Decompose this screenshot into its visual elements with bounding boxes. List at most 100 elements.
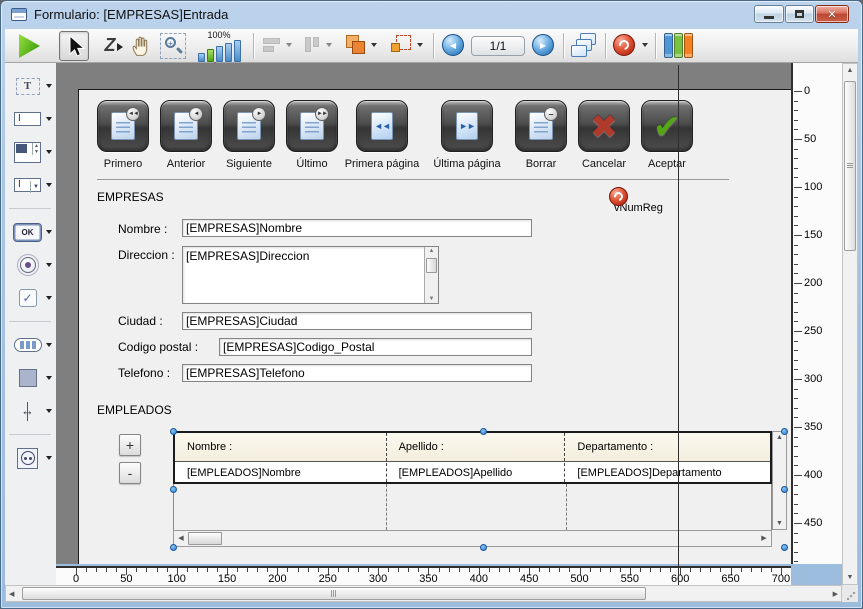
empleados-listbox[interactable]: Nombre :Apellido :Departamento : [EMPLEA… bbox=[173, 431, 787, 547]
tool-rectangle[interactable] bbox=[5, 366, 56, 390]
scroll-up-icon[interactable]: ▲ bbox=[773, 434, 786, 441]
maximize-button[interactable] bbox=[785, 5, 814, 23]
selection-handle[interactable] bbox=[480, 544, 487, 551]
tool-dropdown-icon[interactable] bbox=[46, 263, 52, 267]
execute-form-button[interactable] bbox=[19, 34, 40, 58]
cell-value[interactable]: [EMPLEADOS]Departamento bbox=[564, 463, 770, 482]
tool-plugin-area[interactable] bbox=[5, 446, 56, 470]
cell-value[interactable]: [EMPLEADOS]Apellido bbox=[386, 463, 565, 482]
selection-handle[interactable] bbox=[781, 486, 788, 493]
scroll-up-icon[interactable]: ▲ bbox=[425, 248, 438, 254]
listbox-data-row[interactable]: [EMPLEADOS]Nombre[EMPLEADOS]Apellido[EMP… bbox=[175, 463, 770, 482]
form-button-cancelar[interactable]: ✖ bbox=[578, 100, 630, 152]
horizontal-scrollbar[interactable]: ◀ ▶ bbox=[5, 585, 842, 602]
tool-dropdown-icon[interactable] bbox=[46, 117, 52, 121]
vertical-scrollbar-thumb[interactable] bbox=[844, 81, 856, 251]
data-dropdown-icon[interactable] bbox=[642, 43, 648, 47]
tool-dropdown-icon[interactable] bbox=[46, 150, 52, 154]
tool-dropdown-icon[interactable] bbox=[46, 456, 52, 460]
ciudad-field[interactable]: [EMPRESAS]Ciudad bbox=[182, 312, 532, 330]
library-button[interactable] bbox=[664, 33, 693, 58]
tool-dropdown-icon[interactable] bbox=[46, 376, 52, 380]
scrollbar-thumb[interactable] bbox=[188, 532, 222, 545]
nombre-field[interactable]: [EMPRESAS]Nombre bbox=[182, 219, 532, 237]
field-scrollbar[interactable]: ▲▼ bbox=[424, 247, 438, 303]
entry-order-tool-button[interactable]: Z bbox=[98, 35, 122, 57]
zoom-level-control[interactable]: 100% bbox=[191, 30, 247, 62]
selection-tool-button[interactable] bbox=[59, 31, 89, 61]
vertical-scrollbar[interactable]: ▲ ▼ bbox=[842, 63, 858, 585]
form-button-borrar[interactable]: – bbox=[515, 100, 567, 152]
selection-handle[interactable] bbox=[781, 428, 788, 435]
scroll-left-icon[interactable]: ◀ bbox=[9, 590, 14, 598]
ruler-tick bbox=[741, 568, 742, 572]
scroll-down-icon[interactable]: ▼ bbox=[425, 296, 438, 302]
tool-dropdown-icon[interactable] bbox=[46, 296, 52, 300]
selection-handle[interactable] bbox=[781, 544, 788, 551]
ruler-tick bbox=[549, 568, 550, 572]
column-header[interactable]: Departamento : bbox=[564, 433, 770, 461]
form-canvas[interactable]: ◄◄Primero◄Anterior►Siguiente►►Último◄◄Pr… bbox=[56, 63, 791, 564]
form-button-aceptar[interactable]: ✔ bbox=[641, 100, 693, 152]
pan-tool-button[interactable] bbox=[129, 33, 154, 64]
direccion-field[interactable]: [EMPRESAS]Direccion▲▼ bbox=[182, 246, 439, 304]
cell-value[interactable]: [EMPLEADOS]Nombre bbox=[175, 463, 386, 482]
listbox-body[interactable] bbox=[173, 484, 772, 530]
telefono-field[interactable]: [EMPRESAS]Telefono bbox=[182, 364, 532, 382]
next-page-button[interactable]: ▶ bbox=[532, 34, 554, 56]
scroll-left-icon[interactable]: ◀ bbox=[174, 531, 188, 546]
form-limit-guide-line[interactable] bbox=[678, 65, 679, 585]
tool-splitter[interactable] bbox=[5, 399, 56, 423]
previous-page-button[interactable]: ◀ bbox=[442, 34, 464, 56]
horizontal-scrollbar-thumb[interactable] bbox=[22, 587, 646, 600]
tool-button-grid[interactable] bbox=[5, 333, 56, 357]
form-button-anterior[interactable]: ◄ bbox=[160, 100, 212, 152]
ruler-tick bbox=[794, 206, 798, 207]
tool-combo-box[interactable]: I bbox=[5, 173, 56, 197]
selection-handle[interactable] bbox=[170, 428, 177, 435]
form-button-primero[interactable]: ◄◄ bbox=[97, 100, 149, 152]
tool-input-field[interactable]: I bbox=[5, 107, 56, 131]
tool-button[interactable]: OK bbox=[5, 220, 56, 244]
selection-handle[interactable] bbox=[480, 428, 487, 435]
titlebar[interactable]: Formulario: [EMPRESAS]Entrada ✕ bbox=[1, 1, 863, 29]
tool-dropdown-icon[interactable] bbox=[46, 84, 52, 88]
minimize-button[interactable] bbox=[754, 5, 784, 23]
codigo-postal-field[interactable]: [EMPRESAS]Codigo_Postal bbox=[219, 338, 532, 356]
form-button-siguiente[interactable]: ► bbox=[223, 100, 275, 152]
form-button-última-página[interactable]: ►► bbox=[441, 100, 493, 152]
tool-static-text[interactable]: T bbox=[5, 74, 56, 98]
listbox-vertical-scrollbar[interactable]: ▲ ▼ bbox=[772, 431, 787, 530]
column-header[interactable]: Nombre : bbox=[175, 433, 386, 461]
scroll-down-icon[interactable]: ▼ bbox=[843, 574, 857, 581]
zoom-bars-icon[interactable] bbox=[191, 40, 247, 62]
column-header[interactable]: Apellido : bbox=[386, 433, 565, 461]
selection-handle[interactable] bbox=[170, 544, 177, 551]
scroll-up-icon[interactable]: ▲ bbox=[843, 67, 857, 74]
tool-radio-button[interactable] bbox=[5, 253, 56, 277]
listbox-header-row[interactable]: Nombre :Apellido :Departamento : bbox=[175, 433, 770, 462]
selection-handle[interactable] bbox=[170, 486, 177, 493]
resize-grip[interactable] bbox=[842, 585, 858, 602]
scroll-down-icon[interactable]: ▼ bbox=[773, 520, 786, 527]
tool-dropdown-icon[interactable] bbox=[46, 183, 52, 187]
listbox-detail-area[interactable]: Nombre :Apellido :Departamento : [EMPLEA… bbox=[173, 431, 772, 484]
close-button[interactable]: ✕ bbox=[815, 5, 849, 23]
form-button-primera-página[interactable]: ◄◄ bbox=[356, 100, 408, 152]
scroll-right-icon[interactable]: ▶ bbox=[757, 531, 771, 546]
zoom-tool-button[interactable]: + bbox=[160, 33, 186, 59]
form-button-último[interactable]: ►► bbox=[286, 100, 338, 152]
tool-dropdown-icon[interactable] bbox=[46, 230, 52, 234]
tool-checkbox[interactable]: ✓ bbox=[5, 286, 56, 310]
numreg-variable-icon[interactable] bbox=[609, 187, 628, 206]
scrollbar-thumb[interactable] bbox=[426, 258, 437, 273]
form-pages-button[interactable] bbox=[571, 33, 597, 59]
remove-row-button[interactable]: - bbox=[119, 462, 141, 484]
tool-dropdown-icon[interactable] bbox=[46, 343, 52, 347]
tool-listbox[interactable] bbox=[5, 140, 56, 164]
scroll-right-icon[interactable]: ▶ bbox=[833, 590, 838, 598]
listbox-horizontal-scrollbar[interactable]: ◀ ▶ bbox=[173, 530, 772, 547]
data-menu-button[interactable] bbox=[613, 34, 635, 56]
add-row-button[interactable]: + bbox=[119, 434, 141, 456]
tool-dropdown-icon[interactable] bbox=[46, 409, 52, 413]
